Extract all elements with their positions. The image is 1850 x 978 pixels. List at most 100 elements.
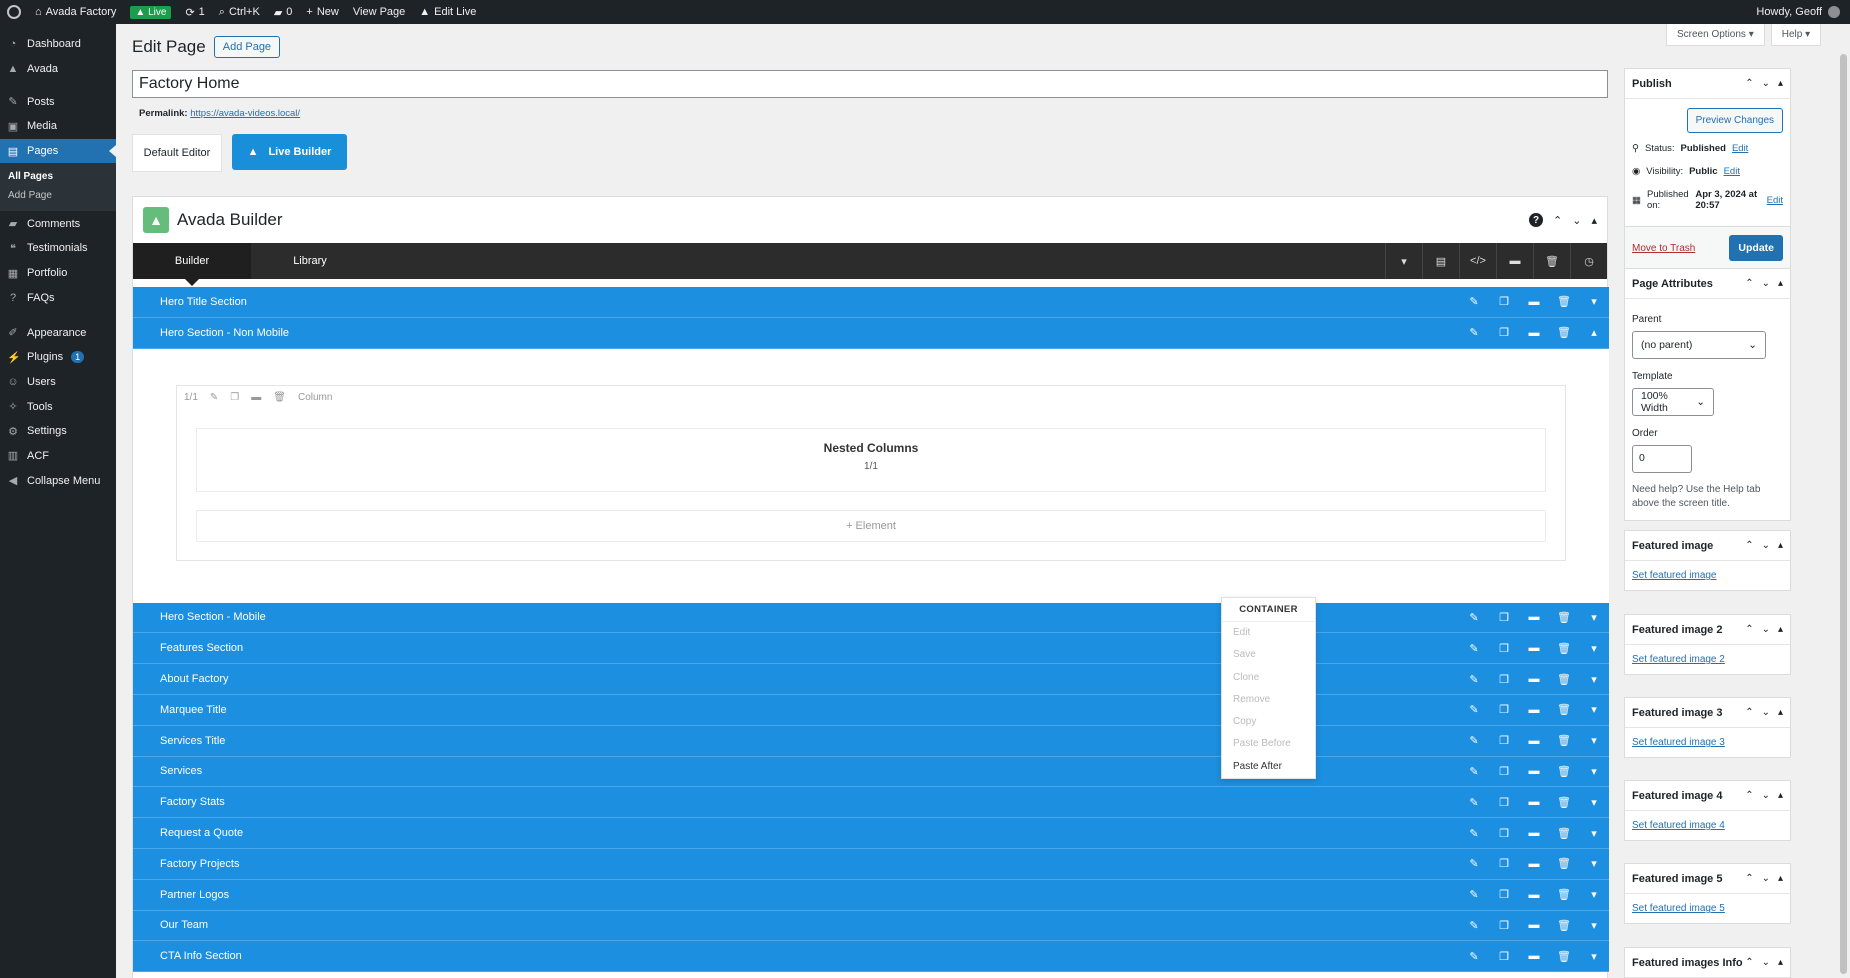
save-icon[interactable]: ▬ (1519, 880, 1549, 910)
clone-icon[interactable]: ❐ (1489, 603, 1519, 633)
chevron-up-icon[interactable]: ▴ (1579, 318, 1609, 348)
edit-icon[interactable]: ✎ (1459, 880, 1489, 910)
chevron-down-icon[interactable]: ▾ (1579, 726, 1609, 756)
sidebar-item-avada[interactable]: ▲ Avada (0, 57, 116, 82)
dropdown-icon[interactable]: ▾ (1385, 243, 1422, 279)
trash-icon[interactable]: 🗑 (1549, 880, 1579, 910)
edit-visibility-link[interactable]: Edit (1724, 166, 1740, 177)
sidebar-item-faqs[interactable]: ? FAQs (0, 286, 116, 311)
chevron-down-icon[interactable]: ▾ (1579, 287, 1609, 317)
context-clone[interactable]: Clone (1222, 667, 1315, 689)
sidebar-item-pages[interactable]: ▤ Pages (0, 138, 116, 164)
move-up-icon[interactable]: ⌃ (1745, 78, 1753, 89)
parent-select[interactable]: (no parent) ⌄ (1632, 331, 1766, 359)
save-icon[interactable]: ▬ (1519, 787, 1549, 817)
chevron-down-icon[interactable]: ▾ (1579, 911, 1609, 941)
save-icon[interactable]: ▬ (1519, 726, 1549, 756)
container-row[interactable]: Hero Section - Mobile ✎ ❐ ▬ 🗑 ▾ (133, 602, 1609, 634)
live-builder-button[interactable]: ▲ Live Builder (232, 134, 347, 170)
sidebar-item-testimonials[interactable]: ❝ Testimonials (0, 236, 116, 261)
move-up-icon[interactable]: ⌃ (1745, 873, 1753, 884)
move-up-icon[interactable]: ⌃ (1745, 957, 1753, 968)
template-select[interactable]: 100% Width ⌄ (1632, 388, 1714, 416)
preview-changes-button[interactable]: Preview Changes (1686, 108, 1783, 133)
sidebar-item-media[interactable]: ▣ Media (0, 114, 116, 139)
clone-icon[interactable]: ❐ (1489, 880, 1519, 910)
sidebar-collapse-menu[interactable]: ◀ Collapse Menu (0, 468, 116, 493)
set-featured-image-link[interactable]: Set featured image (1632, 570, 1717, 581)
comments-menu[interactable]: ▰ 0 (267, 0, 300, 24)
edit-icon[interactable]: ✎ (1459, 941, 1489, 971)
sidebar-item-tools[interactable]: ✧ Tools (0, 394, 116, 419)
trash-icon[interactable]: 🗑 (1549, 849, 1579, 879)
nested-columns-element[interactable]: Nested Columns 1/1 (196, 427, 1546, 492)
container-row[interactable]: Hero Title Section ✎ ❐ ▬ 🗑 ▾ (133, 287, 1609, 318)
edit-icon[interactable]: ✎ (1459, 726, 1489, 756)
clone-icon[interactable]: ❐ (1489, 787, 1519, 817)
edit-icon[interactable]: ✎ (1459, 318, 1489, 348)
default-editor-button[interactable]: Default Editor (132, 134, 222, 172)
trash-icon[interactable]: 🗑 (1549, 695, 1579, 725)
collapse-toggle-icon[interactable]: ▴ (1778, 78, 1783, 89)
site-name-menu[interactable]: ⌂ Avada Factory (28, 0, 123, 24)
update-button[interactable]: Update (1729, 235, 1783, 261)
container-row[interactable]: Request a Quote ✎ ❐ ▬ 🗑 ▾ (133, 818, 1609, 849)
page-scrollbar[interactable] (1836, 24, 1850, 978)
container-row[interactable]: Marquee Title ✎ ❐ ▬ 🗑 ▾ (133, 694, 1609, 726)
move-up-icon[interactable]: ⌃ (1745, 540, 1753, 551)
container-row[interactable]: Factory Stats ✎ ❐ ▬ 🗑 ▾ (133, 787, 1609, 819)
edit-icon[interactable]: ✎ (1459, 287, 1489, 317)
history-icon[interactable]: ◷ (1570, 243, 1607, 279)
collapse-toggle-icon[interactable]: ▴ (1778, 540, 1783, 551)
collapse-toggle-icon[interactable]: ▴ (1778, 957, 1783, 968)
my-account-menu[interactable]: Howdy, Geoff (1756, 6, 1850, 18)
move-down-icon[interactable]: ⌄ (1762, 278, 1770, 289)
sidebar-item-comments[interactable]: ▰ Comments (0, 211, 116, 236)
save-icon[interactable]: ▬ (1519, 757, 1549, 787)
edit-date-link[interactable]: Edit (1767, 195, 1783, 206)
context-paste-before[interactable]: Paste Before (1222, 733, 1315, 755)
edit-icon[interactable]: ✎ (1459, 695, 1489, 725)
set-featured-image-link[interactable]: Set featured image 2 (1632, 654, 1725, 665)
container-row[interactable]: Hero Section - Non Mobile ✎ ❐ ▬ 🗑 ▴ (133, 317, 1609, 349)
chevron-down-icon[interactable]: ▾ (1579, 695, 1609, 725)
save-icon[interactable]: ▬ (1519, 695, 1549, 725)
move-down-icon[interactable]: ⌄ (1572, 214, 1581, 227)
edit-status-link[interactable]: Edit (1732, 143, 1748, 154)
set-featured-image-link[interactable]: Set featured image 5 (1632, 903, 1725, 914)
trash-icon[interactable]: 🗑 (1549, 633, 1579, 663)
trash-icon[interactable]: 🗑 (1549, 941, 1579, 971)
save-icon[interactable]: ▬ (248, 392, 264, 403)
context-paste-after[interactable]: Paste After (1222, 756, 1315, 778)
save-icon[interactable]: ▬ (1519, 664, 1549, 694)
chevron-down-icon[interactable]: ▾ (1579, 880, 1609, 910)
chevron-down-icon[interactable]: ▾ (1579, 603, 1609, 633)
edit-icon[interactable]: ✎ (1459, 664, 1489, 694)
sidebar-item-dashboard[interactable]: ◔ Dashboard (0, 32, 116, 57)
sidebar-item-posts[interactable]: ✎ Posts (0, 89, 116, 114)
clone-icon[interactable]: ❐ (1489, 318, 1519, 348)
save-icon[interactable]: ▬ (1519, 318, 1549, 348)
container-row[interactable]: Our Team ✎ ❐ ▬ 🗑 ▾ (133, 910, 1609, 942)
clone-icon[interactable]: ❐ (1489, 818, 1519, 848)
trash-icon[interactable]: 🗑 (1549, 664, 1579, 694)
trash-icon[interactable]: 🗑 (1549, 787, 1579, 817)
save-icon[interactable]: ▬ (1519, 633, 1549, 663)
chevron-down-icon[interactable]: ▾ (1579, 787, 1609, 817)
updates-menu[interactable]: ⟳ 1 (178, 0, 211, 24)
clone-icon[interactable]: ❐ (1489, 726, 1519, 756)
clone-icon[interactable]: ❐ (227, 392, 242, 403)
edit-icon[interactable]: ✎ (1459, 849, 1489, 879)
set-featured-image-link[interactable]: Set featured image 3 (1632, 737, 1725, 748)
container-row[interactable]: CTA Info Section ✎ ❐ ▬ 🗑 ▾ (133, 941, 1609, 973)
trash-icon[interactable]: 🗑 (1549, 911, 1579, 941)
container-row[interactable]: Features Section ✎ ❐ ▬ 🗑 ▾ (133, 633, 1609, 665)
move-down-icon[interactable]: ⌄ (1762, 78, 1770, 89)
container-row[interactable]: Services ✎ ❐ ▬ 🗑 ▾ (133, 756, 1609, 788)
chevron-down-icon[interactable]: ▾ (1579, 633, 1609, 663)
edit-icon[interactable]: ✎ (1459, 911, 1489, 941)
move-down-icon[interactable]: ⌄ (1762, 790, 1770, 801)
sidebar-item-portfolio[interactable]: ▦ Portfolio (0, 261, 116, 286)
collapse-toggle-icon[interactable]: ▴ (1778, 624, 1783, 635)
live-status-menu[interactable]: ▲ Live (123, 0, 178, 24)
